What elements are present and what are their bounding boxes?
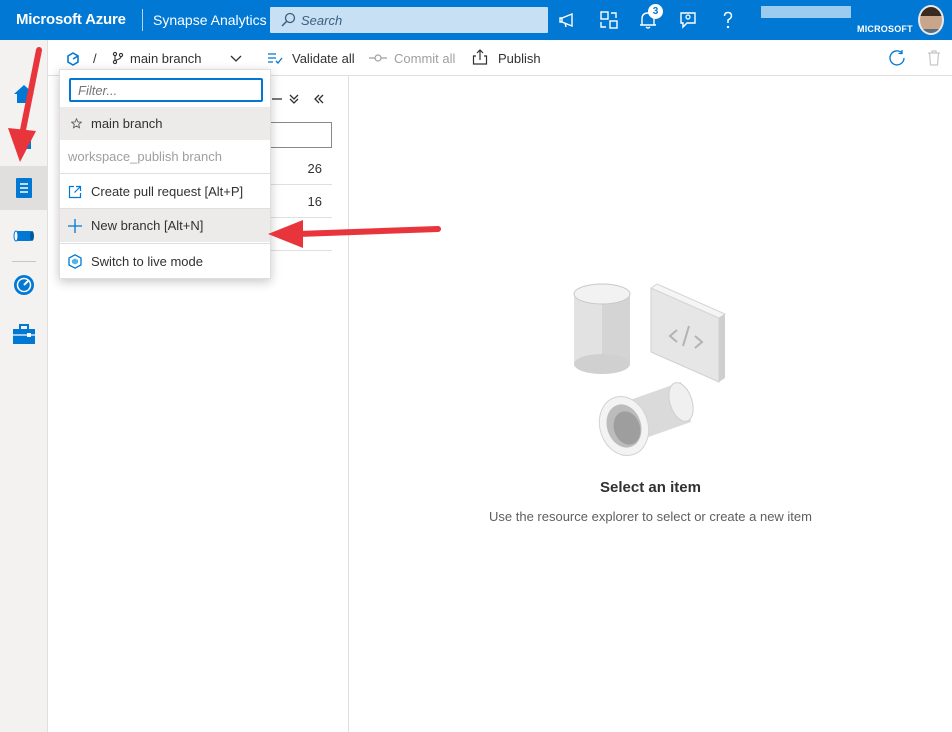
brand-label[interactable]: Microsoft Azure [16, 11, 126, 28]
git-repo-icon[interactable] [66, 52, 80, 66]
document-icon [16, 178, 32, 198]
collapse-panel-icon[interactable] [313, 93, 325, 105]
nav-home[interactable] [0, 72, 47, 116]
chevron-down-icon[interactable] [230, 55, 242, 63]
avatar[interactable] [918, 5, 944, 35]
nav-divider [12, 261, 36, 262]
avatar-shirt [920, 29, 942, 33]
help-icon[interactable] [716, 8, 740, 32]
left-nav [0, 40, 48, 732]
star-icon [71, 118, 82, 129]
branch-dropdown-menu: main branch workspace_publish branch Cre… [59, 69, 271, 279]
announcement-icon[interactable] [557, 8, 581, 32]
empty-state-subtitle: Use the resource explorer to select or c… [489, 509, 812, 524]
toolbox-icon [13, 324, 35, 344]
branch-selector[interactable]: main branch [130, 51, 202, 66]
product-name[interactable]: Synapse Analytics [153, 12, 267, 28]
data-icon [17, 134, 31, 149]
publish-icon [472, 49, 488, 65]
nav-data[interactable] [0, 121, 47, 165]
live-mode-icon [68, 254, 82, 269]
branch-icon [112, 51, 124, 65]
item-count: 16 [307, 194, 322, 209]
expand-all-icon[interactable] [288, 93, 300, 105]
collapse-line-icon[interactable] [272, 97, 282, 101]
refresh-icon[interactable] [888, 49, 906, 67]
top-bar: Microsoft Azure Synapse Analytics Search… [0, 0, 952, 40]
main-canvas: Select an item Use the resource explorer… [349, 76, 952, 732]
branch-option-label: main branch [91, 116, 163, 131]
branch-filter-field[interactable] [69, 78, 263, 102]
pipeline-icon [13, 230, 34, 242]
monitor-gauge-icon [14, 275, 34, 295]
directory-switch-icon[interactable] [597, 8, 621, 32]
menu-divider [60, 243, 270, 244]
notification-count-badge: 3 [648, 4, 663, 19]
account-name-redacted [761, 6, 851, 18]
commit-all-button[interactable]: Commit all [394, 51, 455, 66]
nav-monitor[interactable] [0, 263, 47, 307]
avatar-hair [920, 7, 942, 16]
home-icon [14, 85, 34, 103]
database-icon [573, 283, 631, 374]
branch-filter-input[interactable] [71, 80, 261, 100]
publish-button[interactable]: Publish [498, 51, 541, 66]
nav-develop[interactable] [0, 166, 47, 210]
feedback-icon[interactable] [676, 8, 700, 32]
explorer-filter-input[interactable] [268, 122, 332, 148]
new-branch-item[interactable]: New branch [Alt+N] [60, 209, 270, 242]
branch-option-workspace-publish[interactable]: workspace_publish branch [60, 140, 270, 173]
plus-icon [68, 219, 82, 233]
header-divider [142, 9, 143, 31]
pipe-icon [598, 382, 694, 456]
breadcrumb-separator: / [93, 51, 97, 66]
create-pull-request-label: Create pull request [Alt+P] [91, 184, 244, 199]
branch-option-main[interactable]: main branch [60, 107, 270, 140]
external-link-icon [68, 185, 82, 199]
commit-icon [369, 54, 387, 62]
menu-divider [60, 173, 270, 174]
search-box[interactable]: Search [270, 7, 548, 33]
nav-integrate[interactable] [0, 214, 47, 258]
validate-all-button[interactable]: Validate all [292, 51, 355, 66]
account-directory[interactable]: MICROSOFT [857, 24, 913, 34]
switch-live-mode-label: Switch to live mode [91, 254, 203, 269]
branch-option-label: workspace_publish branch [68, 149, 222, 164]
search-icon [281, 12, 296, 27]
empty-state-title: Select an item [600, 479, 701, 496]
item-count: 26 [307, 161, 322, 176]
empty-state-illustration [573, 283, 727, 456]
code-document-icon [649, 283, 727, 383]
nav-manage[interactable] [0, 312, 47, 356]
discard-trash-icon[interactable] [926, 49, 942, 67]
switch-to-live-mode-item[interactable]: Switch to live mode [60, 245, 270, 278]
create-pull-request-item[interactable]: Create pull request [Alt+P] [60, 175, 270, 208]
new-branch-label: New branch [Alt+N] [91, 218, 204, 233]
search-placeholder: Search [301, 13, 343, 28]
validate-icon [268, 53, 283, 64]
